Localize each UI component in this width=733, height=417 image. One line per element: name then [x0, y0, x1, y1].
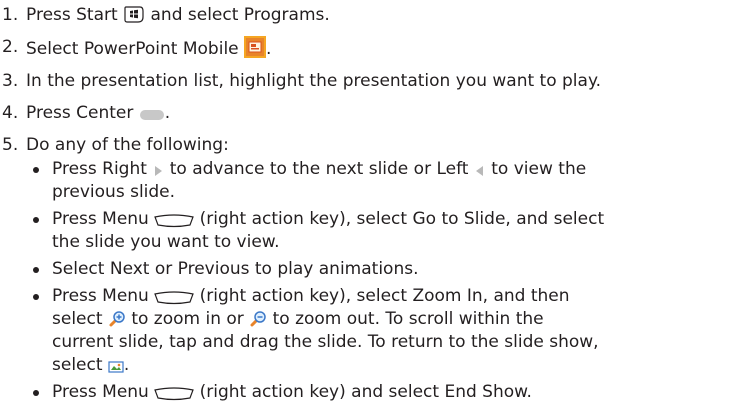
slide-show-icon: [108, 360, 124, 374]
bullet-text: Press Menu: [52, 382, 149, 402]
step-number: 4.: [2, 103, 19, 123]
bullet-text: Press Menu: [52, 209, 149, 229]
bullet-text: to zoom out. To scroll within the: [272, 309, 544, 329]
bullet-text: (right action key), select Zoom In, and …: [199, 286, 570, 306]
step-4: 4. Press Center .: [0, 102, 733, 125]
bullet-text: select: [52, 309, 103, 329]
step-text: Do any of the following:: [26, 135, 229, 155]
bullet-text: to zoom in or: [131, 309, 244, 329]
bullet-1: Press Right to advance to the next slide…: [26, 158, 733, 204]
bullet-text: select: [52, 355, 103, 375]
bullet-text: Press Menu: [52, 286, 149, 306]
step-number: 5.: [2, 135, 19, 155]
bullet-text: Press Right: [52, 159, 147, 179]
steps-list: 1. Press Start and select Programs. 2. S…: [0, 4, 733, 413]
bullet-text: (right action key) and select End Show.: [199, 382, 532, 402]
bullet-2: Press Menu (right action key), select Go…: [26, 208, 733, 254]
step-text: In the presentation list, highlight the …: [26, 71, 601, 91]
zoom-in-icon: [108, 310, 126, 328]
step-number: 2.: [2, 37, 19, 57]
step-text: Press Center: [26, 103, 134, 123]
instructions-page: 1. Press Start and select Programs. 2. S…: [0, 0, 733, 417]
right-arrow-icon: [152, 164, 164, 178]
step-text-cont: .: [266, 39, 272, 59]
step-5: 5. Do any of the following: Press Right …: [0, 134, 733, 404]
bullet-text: Select Next or Previous to play animatio…: [52, 259, 419, 279]
step-text: Select PowerPoint Mobile: [26, 39, 239, 59]
windows-start-key-icon: [123, 5, 145, 24]
sub-bullets: Press Right to advance to the next slide…: [26, 158, 733, 404]
step-text-cont: .: [164, 103, 171, 123]
bullet-4: Press Menu (right action key), select Zo…: [26, 285, 733, 377]
step-number: 3.: [2, 71, 19, 91]
bullet-text: (right action key), select Go to Slide, …: [199, 209, 605, 229]
step-2: 2. Select PowerPoint Mobile .: [0, 36, 733, 61]
step-3: 3. In the presentation list, highlight t…: [0, 70, 733, 93]
step-number: 1.: [2, 5, 19, 25]
step-text-cont: and select Programs.: [150, 5, 330, 25]
zoom-out-icon: [249, 310, 267, 328]
bullet-text: to view the: [491, 159, 587, 179]
bullet-text: previous slide.: [52, 182, 176, 202]
bullet-text: .: [123, 355, 130, 375]
bullet-text: the slide you want to view.: [52, 232, 280, 252]
bullet-5: Press Menu (right action key) and select…: [26, 381, 733, 404]
right-soft-key-icon: [154, 387, 195, 401]
center-key-icon: [139, 108, 165, 122]
right-soft-key-icon: [154, 214, 195, 228]
step-1: 1. Press Start and select Programs.: [0, 4, 733, 27]
bullet-text: to advance to the next slide or Left: [169, 159, 469, 179]
powerpoint-mobile-icon: [244, 36, 267, 58]
bullet-3: Select Next or Previous to play animatio…: [26, 258, 733, 281]
right-soft-key-icon: [154, 291, 195, 305]
step-text: Press Start: [26, 5, 118, 25]
bullet-text: current slide, tap and drag the slide. T…: [52, 332, 599, 352]
left-arrow-icon: [474, 164, 486, 178]
